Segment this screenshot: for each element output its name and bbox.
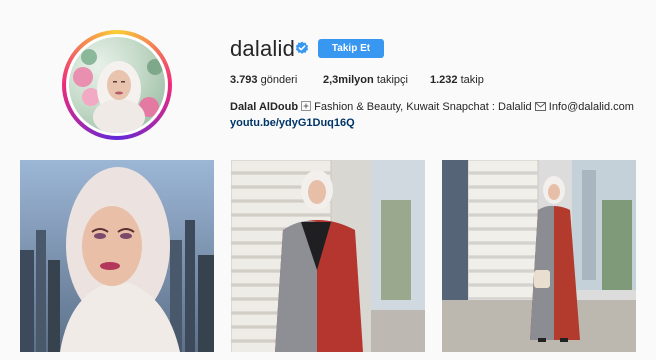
followers-count[interactable]: 2,3milyon takipçi [323, 74, 408, 86]
posts-count[interactable]: 3.793 gönderi [230, 74, 297, 86]
profile-avatar[interactable] [62, 30, 172, 140]
sparkle-icon [301, 101, 312, 114]
following-count[interactable]: 1.232 takip [430, 74, 484, 86]
profile-link[interactable]: youtu.be/ydyG1Duq16Q [230, 117, 355, 129]
envelope-icon [534, 102, 546, 114]
profile-bio: Dalal AlDoub Fashion & Beauty, Kuwait Sn… [230, 101, 634, 114]
bio-name: Dalal AlDoub [230, 101, 299, 113]
post-thumbnail-3[interactable] [442, 160, 636, 352]
avatar-photo [69, 37, 165, 133]
post-thumbnail-1[interactable] [20, 160, 214, 352]
post-thumbnail-2[interactable] [231, 160, 425, 352]
bio-email: Info@dalalid.com [545, 101, 634, 113]
follow-button[interactable]: Takip Et [318, 39, 384, 58]
username: dalalid [230, 36, 296, 61]
bio-text: Fashion & Beauty, Kuwait Snapchat : Dala… [311, 101, 535, 113]
verified-badge-icon [295, 41, 309, 55]
